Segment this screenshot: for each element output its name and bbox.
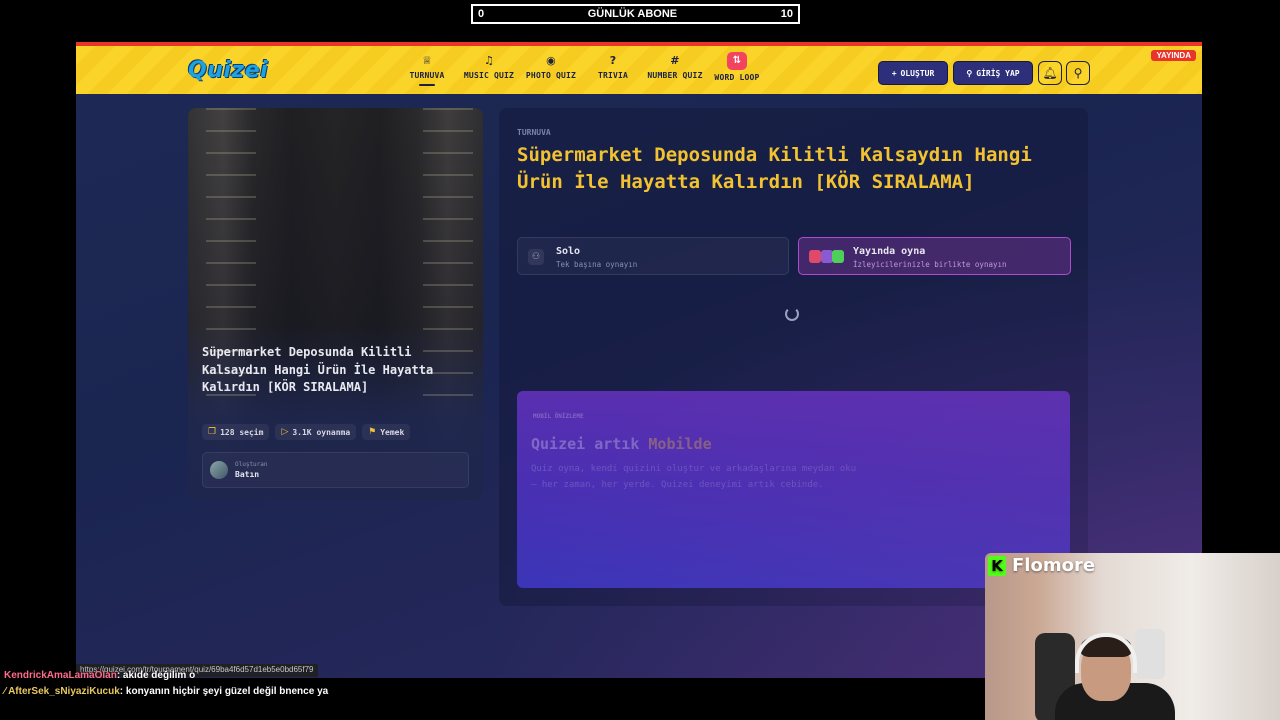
chat-text: : konyanın hiçbir şeyi güzel değil bnenc…	[119, 686, 329, 697]
nav-number-quiz[interactable]: # NUMBER QUIZ	[644, 54, 706, 86]
main-nav: ♕ TURNUVA ♫ MUSIC QUIZ ◉ PHOTO QUIZ ? TR…	[396, 52, 768, 86]
promo-title-prefix: Quizei artık	[531, 435, 649, 453]
nav-label: TRIVIA	[597, 71, 629, 80]
youtube-icon	[809, 250, 821, 263]
counter-label: GÜNLÜK ABONE	[587, 8, 678, 20]
chat-message: ⁄ AfterSek_sNiyaziKucuk: konyanın hiçbir…	[4, 684, 334, 700]
page-title: Süpermarket Deposunda Kilitli Kalsaydın …	[517, 144, 1032, 193]
quiz-detail-panel: TURNUVA Süpermarket Deposunda Kilitli Ka…	[499, 108, 1088, 606]
solo-mode-button[interactable]: ⚇ Solo Tek başına oynayın	[517, 237, 789, 275]
bell-icon: 🔔︎	[1042, 66, 1058, 80]
play-icon: ▷	[281, 427, 289, 437]
chat-text: : akıde değilim o	[116, 670, 196, 681]
nav-music-quiz[interactable]: ♫ MUSIC QUIZ	[458, 54, 520, 86]
chat-username: AfterSek_sNiyaziKucuk	[8, 686, 120, 697]
chat-username: KendrickAmaLamaOlan	[4, 670, 117, 681]
shuffle-icon: ⇅	[727, 52, 747, 70]
daily-subscriber-counter: 0 GÜNLÜK ABONE 10	[471, 4, 800, 24]
flag-icon: ⚑	[368, 427, 377, 437]
notifications-button[interactable]: 🔔︎	[1038, 61, 1062, 85]
hash-icon: #	[670, 54, 680, 67]
live-mode-button[interactable]: Yayında oyna İzleyicilerinizle birlikte …	[798, 237, 1071, 275]
nav-label: TURNUVA	[409, 71, 445, 80]
creator-label: Oluşturan	[235, 461, 268, 468]
promo-title-highlight: Mobilde	[648, 435, 712, 453]
chat-message: KendrickAmaLamaOlan: akıde değilim o	[4, 668, 334, 684]
promo-text: Quiz oyna, kendi quizini oluştur ve arka…	[531, 464, 857, 490]
trophy-icon: ♕	[421, 54, 433, 67]
creator-info[interactable]: Oluşturan Batın	[202, 452, 469, 488]
counter-left: 0	[478, 8, 485, 20]
plays-stat: ▷ 3.1K oynanma	[275, 424, 357, 440]
site-header: Quizei ♕ TURNUVA ♫ MUSIC QUIZ ◉ PHOTO QU…	[76, 42, 1202, 94]
streamer-name-tag: K Flomore	[988, 555, 1095, 576]
mode-label: Yayında oyna	[853, 246, 926, 257]
chair-headrest	[1135, 629, 1165, 679]
question-icon: ?	[609, 54, 617, 67]
login-button[interactable]: ⚲ GİRİŞ YAP	[953, 61, 1033, 85]
create-button[interactable]: + OLUŞTUR	[878, 61, 948, 85]
live-badge: YAYINDA	[1151, 50, 1196, 61]
choices-count: 128 seçim	[220, 427, 264, 437]
chat-overlay: KendrickAmaLamaOlan: akıde değilim o ⁄ A…	[4, 668, 334, 700]
camera-icon: ◉	[546, 54, 556, 67]
nav-tournament[interactable]: ♕ TURNUVA	[396, 54, 458, 86]
nav-word-loop[interactable]: ⇅ WORD LOOP	[706, 52, 768, 86]
login-label: GİRİŞ YAP	[976, 68, 1020, 78]
counter-right: 10	[780, 8, 793, 20]
quiz-stats: ❐ 128 seçim ▷ 3.1K oynanma ⚑ Yemek	[202, 424, 411, 440]
category-badge[interactable]: ⚑ Yemek	[362, 424, 411, 440]
avatar	[210, 461, 228, 479]
quizei-logo[interactable]: Quizei	[188, 58, 268, 83]
loading-spinner-icon	[785, 307, 799, 321]
create-label: OLUŞTUR	[900, 68, 935, 78]
search-icon: ⚲	[1073, 66, 1083, 80]
nav-label: PHOTO QUIZ	[525, 71, 577, 80]
kick-logo-icon: K	[988, 555, 1006, 576]
music-note-icon: ♫	[483, 54, 495, 67]
mode-description: İzleyicilerinizle birlikte oynayın	[853, 260, 1007, 269]
creator-name: Batın	[235, 470, 260, 479]
category-name: Yemek	[380, 427, 405, 437]
streamer-webcam: K Flomore	[985, 553, 1280, 720]
nav-label: WORD LOOP	[714, 73, 760, 82]
person-icon: ⚇	[528, 249, 544, 265]
streamer-name: Flomore	[1012, 555, 1096, 576]
quiz-cover-image	[188, 108, 483, 500]
mode-description: Tek başına oynayın	[556, 260, 638, 269]
mode-label: Solo	[556, 246, 581, 257]
plays-count: 3.1K oynanma	[292, 427, 351, 437]
user-icon: ⚲	[966, 68, 973, 78]
quiz-card[interactable]: Süpermarket Deposunda Kilitli Kalsaydın …	[188, 108, 483, 500]
nav-label: MUSIC QUIZ	[463, 71, 515, 80]
category-eyebrow: TURNUVA	[517, 128, 551, 137]
nav-trivia[interactable]: ? TRIVIA	[582, 54, 644, 86]
layers-icon: ❐	[208, 427, 217, 437]
quiz-card-title: Süpermarket Deposunda Kilitli Kalsaydın …	[202, 345, 434, 394]
search-button[interactable]: ⚲	[1066, 61, 1090, 85]
kick-icon	[832, 250, 844, 263]
promo-title: Quizei artık Mobilde	[531, 435, 712, 453]
promo-tag: MOBİL ÖNİZLEME	[533, 413, 584, 420]
choices-stat: ❐ 128 seçim	[202, 424, 270, 440]
nav-photo-quiz[interactable]: ◉ PHOTO QUIZ	[520, 54, 582, 86]
plus-icon: +	[891, 68, 897, 78]
nav-label: NUMBER QUIZ	[647, 71, 703, 80]
